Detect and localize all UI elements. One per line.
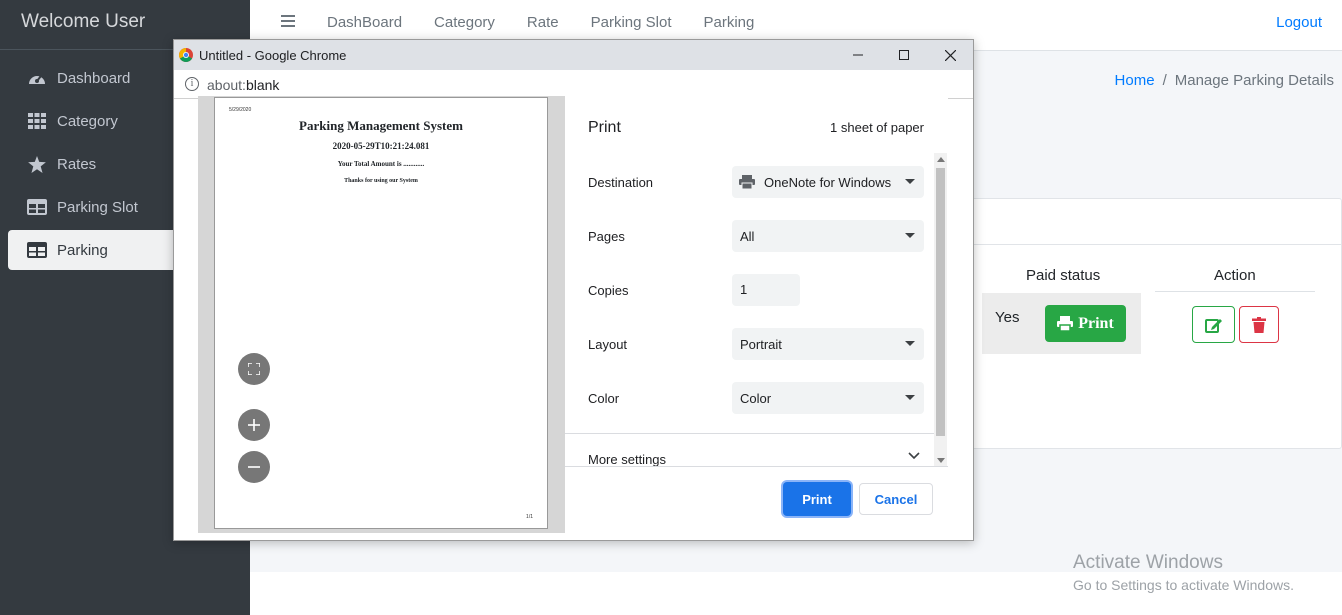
nav-link-parking-slot[interactable]: Parking Slot — [591, 14, 672, 31]
sheet-count: 1 sheet of paper — [830, 120, 924, 135]
close-icon — [944, 49, 956, 61]
color-select[interactable]: Color — [732, 382, 924, 414]
settings-divider — [565, 433, 934, 434]
window-titlebar[interactable]: Untitled - Google Chrome — [174, 40, 973, 70]
chrome-logo-icon — [179, 48, 193, 62]
url-text: about:blank — [207, 77, 279, 93]
sidebar-item-label: Rates — [57, 155, 97, 173]
pages-select[interactable]: All — [732, 220, 924, 252]
chevron-down-icon — [905, 395, 915, 400]
delete-button[interactable] — [1239, 306, 1279, 343]
chevron-down-icon — [905, 179, 915, 184]
cancel-button[interactable]: Cancel — [859, 483, 933, 515]
chevron-down-icon — [905, 341, 915, 346]
card-header — [971, 199, 1341, 245]
minimize-button[interactable] — [843, 44, 873, 66]
header-divider — [1155, 291, 1315, 292]
minimize-icon — [853, 54, 863, 56]
print-button[interactable]: Print — [783, 482, 851, 516]
zoom-in-button[interactable] — [238, 409, 270, 441]
layout-label: Layout — [588, 337, 628, 352]
sidebar-item-label: Category — [57, 112, 118, 130]
sidebar-item-label: Parking Slot — [57, 198, 138, 216]
print-settings-panel: Print 1 sheet of paper Destination OneNo… — [565, 96, 948, 533]
print-preview-area: 5/29/2020 Parking Management System 2020… — [198, 96, 565, 533]
color-value: Color — [740, 390, 772, 406]
layout-value: Portrait — [740, 336, 782, 352]
url-path: blank — [245, 77, 280, 93]
trash-icon — [1252, 316, 1266, 333]
column-header-paid-status: Paid status — [1026, 267, 1101, 284]
sheet-amount-line: Your Total Amount is ............ — [337, 160, 425, 168]
nav-link-rate[interactable]: Rate — [527, 14, 559, 31]
print-dialog-title: Print — [588, 119, 621, 136]
grid-icon — [26, 112, 48, 130]
printer-icon — [1057, 316, 1074, 331]
watermark-title: Activate Windows — [1073, 552, 1223, 573]
fit-to-page-icon — [248, 363, 260, 375]
layout-select[interactable]: Portrait — [732, 328, 924, 360]
close-button[interactable] — [935, 44, 965, 66]
scroll-down-arrow-icon[interactable] — [937, 458, 945, 463]
sheet-heading: Parking Management System — [299, 118, 463, 133]
window-title: Untitled - Google Chrome — [199, 48, 347, 63]
fit-to-page-button[interactable] — [238, 353, 270, 385]
table-icon — [26, 241, 48, 259]
tachometer-icon — [26, 69, 48, 87]
settings-scrollbar[interactable] — [934, 153, 947, 467]
sidebar-item-label: Dashboard — [57, 69, 131, 87]
url-scheme: about: — [207, 77, 246, 93]
star-icon — [26, 155, 48, 173]
destination-value: OneNote for Windows — [764, 174, 892, 190]
logout-link[interactable]: Logout — [1276, 14, 1322, 31]
top-nav-links: DashBoard Category Rate Parking Slot Par… — [327, 14, 786, 31]
paid-status-value: Yes — [995, 309, 1020, 326]
chevron-down-icon — [905, 233, 915, 238]
watermark-subtitle: Go to Settings to activate Windows. — [1073, 577, 1294, 593]
copies-label: Copies — [588, 283, 629, 298]
printer-icon — [739, 175, 755, 189]
sheet-thanks: Thanks for using our System — [344, 178, 418, 184]
print-receipt-button[interactable]: Print — [1045, 305, 1126, 342]
footer-divider — [565, 466, 948, 467]
pages-value: All — [740, 228, 755, 244]
chevron-down-icon[interactable] — [908, 452, 920, 460]
sidebar-item-label: Parking — [57, 241, 108, 259]
print-receipt-label: Print — [1078, 314, 1114, 332]
edit-button[interactable] — [1192, 306, 1235, 343]
breadcrumb-current: Manage Parking Details — [1174, 72, 1334, 89]
address-bar[interactable]: i about:blank — [174, 70, 973, 99]
breadcrumb-home-link[interactable]: Home — [1115, 72, 1155, 89]
parking-details-card: Paid status Action Yes Print — [970, 198, 1342, 449]
hamburger-menu-icon[interactable] — [281, 15, 295, 27]
destination-select[interactable]: OneNote for Windows — [732, 166, 924, 198]
breadcrumb: Home / Manage Parking Details — [1115, 72, 1334, 89]
plus-icon — [248, 419, 260, 431]
scrollbar-thumb[interactable] — [936, 168, 945, 436]
info-icon[interactable]: i — [185, 77, 199, 91]
more-settings-toggle[interactable]: More settings — [588, 452, 666, 467]
table-icon — [26, 198, 48, 216]
maximize-button[interactable] — [889, 44, 919, 66]
chrome-print-window: Untitled - Google Chrome i about:blank 5… — [173, 39, 974, 541]
sheet-page-number: 1/1 — [526, 514, 533, 520]
minus-icon — [248, 466, 260, 468]
windows-activation-watermark: Activate Windows Go to Settings to activ… — [1073, 552, 1294, 593]
scroll-up-arrow-icon[interactable] — [937, 157, 945, 162]
color-label: Color — [588, 391, 620, 406]
nav-link-category[interactable]: Category — [434, 14, 495, 31]
paid-status-cell: Yes Print — [982, 293, 1141, 354]
sheet-date: 5/29/2020 — [229, 107, 252, 113]
nav-link-dashboard[interactable]: DashBoard — [327, 14, 402, 31]
maximize-icon — [899, 50, 909, 60]
sheet-timestamp: 2020-05-29T10:21:24.081 — [332, 141, 430, 151]
destination-label: Destination — [588, 175, 654, 190]
edit-icon — [1204, 318, 1222, 333]
nav-link-parking[interactable]: Parking — [703, 14, 754, 31]
breadcrumb-separator: / — [1162, 72, 1167, 89]
zoom-out-button[interactable] — [238, 451, 270, 483]
column-header-action: Action — [1214, 267, 1256, 284]
pages-label: Pages — [588, 229, 625, 244]
copies-input[interactable]: 1 — [732, 274, 800, 306]
